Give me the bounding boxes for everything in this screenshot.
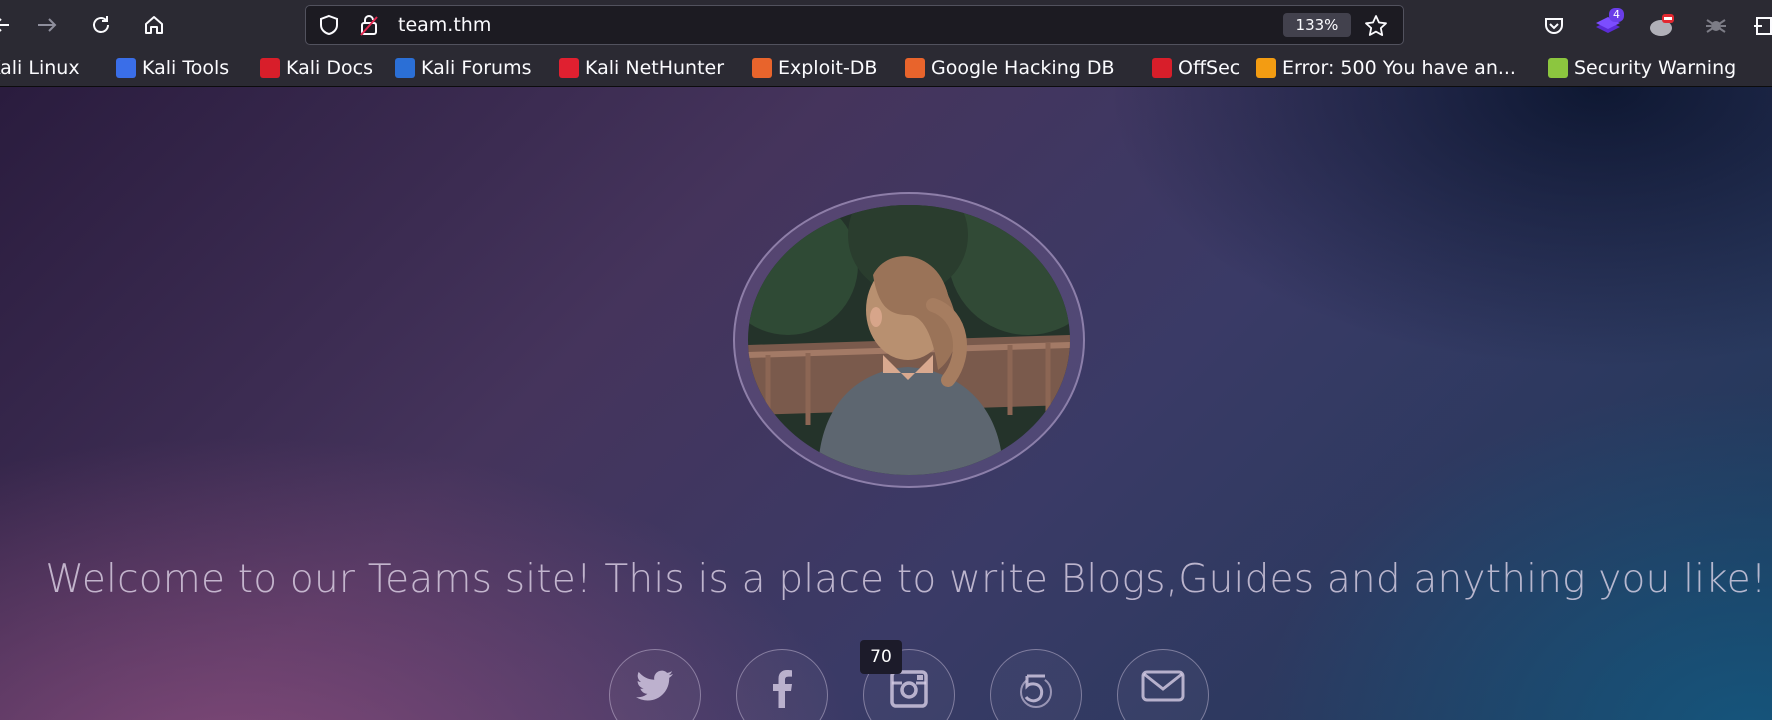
500px-link[interactable] xyxy=(990,649,1082,720)
hover-tooltip: 70 xyxy=(860,640,902,674)
twitter-icon xyxy=(636,670,673,701)
profile-photo xyxy=(748,205,1070,475)
instagram-icon xyxy=(890,670,928,708)
bookmark-item[interactable]: Google Hacking DB xyxy=(905,50,1115,86)
tracking-shield-icon[interactable] xyxy=(318,14,340,40)
extension-badge: 4 xyxy=(1609,8,1624,22)
forward-button[interactable] xyxy=(30,8,64,42)
home-icon xyxy=(145,16,163,34)
browser-toolbar: team.thm 133% 4 xyxy=(0,0,1772,50)
bookmark-item[interactable]: Kali Forums xyxy=(395,50,532,86)
bookmark-label: Kali Docs xyxy=(286,57,373,79)
reload-button[interactable] xyxy=(84,8,118,42)
bookmark-item[interactable]: Kali Linux xyxy=(0,50,80,86)
overflow-menu-button[interactable] xyxy=(1748,10,1772,42)
offsec-icon xyxy=(1152,58,1172,78)
bookmark-label: Kali NetHunter xyxy=(585,57,725,79)
nethunter-icon xyxy=(559,58,579,78)
joomla-icon xyxy=(1256,58,1276,78)
bookmark-label: Error: 500 You have an... xyxy=(1282,57,1516,79)
insecure-lock-icon[interactable] xyxy=(358,13,380,41)
bookmark-item[interactable]: Kali NetHunter xyxy=(559,50,724,86)
bookmark-label: Kali Linux xyxy=(0,57,80,79)
arrow-left-icon xyxy=(0,18,9,32)
bookmark-label: Security Warning xyxy=(1574,57,1737,79)
pocket-button[interactable] xyxy=(1538,10,1570,42)
exploit-db-icon xyxy=(752,58,772,78)
kali-docs-icon xyxy=(260,58,280,78)
bookmarks-toolbar: Kali Linux Kali Tools Kali Docs Kali Forums… xyxy=(0,50,1772,87)
mail-icon xyxy=(1141,670,1185,702)
twitter-link[interactable] xyxy=(609,649,701,720)
bookmark-label: Kali Forums xyxy=(421,57,532,79)
security-warning-icon xyxy=(1548,58,1568,78)
spider-icon xyxy=(1706,19,1726,33)
bookmark-label: Kali Tools xyxy=(142,57,230,79)
arrow-right-icon xyxy=(38,18,57,32)
extension-button[interactable]: 4 xyxy=(1592,8,1624,42)
bookmark-item[interactable]: Exploit-DB xyxy=(752,50,877,86)
url-bar[interactable]: team.thm 133% xyxy=(305,5,1404,45)
bookmark-item[interactable]: Kali Docs xyxy=(260,50,373,86)
bookmark-label: Exploit-DB xyxy=(778,57,878,79)
zoom-level-button[interactable]: 133% xyxy=(1283,13,1351,37)
foxyproxy-button[interactable] xyxy=(1646,10,1678,42)
reload-icon xyxy=(93,16,109,33)
email-link[interactable] xyxy=(1117,649,1209,720)
facebook-icon xyxy=(773,670,792,708)
bookmark-item[interactable]: OffSec xyxy=(1152,50,1240,86)
back-button[interactable] xyxy=(0,8,20,42)
500px-icon xyxy=(1020,674,1052,708)
ghdb-icon xyxy=(905,58,925,78)
bookmark-item[interactable]: Security Warning xyxy=(1548,50,1736,86)
proxy-extension-icon xyxy=(1650,14,1674,36)
spider-extension-button[interactable] xyxy=(1700,10,1732,42)
bookmark-star-icon[interactable] xyxy=(1364,14,1388,42)
bookmark-item[interactable]: Error: 500 You have an... xyxy=(1256,50,1516,86)
url-text[interactable]: team.thm xyxy=(398,6,491,44)
welcome-heading: Welcome to our Teams site! This is a pla… xyxy=(45,557,1767,602)
bookmark-item[interactable]: Kali Tools xyxy=(116,50,229,86)
kali-forums-icon xyxy=(395,58,415,78)
home-button[interactable] xyxy=(137,8,171,42)
pocket-icon xyxy=(1545,18,1563,34)
page-content: Welcome to our Teams site! This is a pla… xyxy=(0,87,1772,720)
kali-tools-icon xyxy=(116,58,136,78)
bookmark-label: OffSec xyxy=(1178,57,1241,79)
overflow-icon xyxy=(1754,17,1772,35)
bookmark-label: Google Hacking DB xyxy=(931,57,1115,79)
facebook-link[interactable] xyxy=(736,649,828,720)
